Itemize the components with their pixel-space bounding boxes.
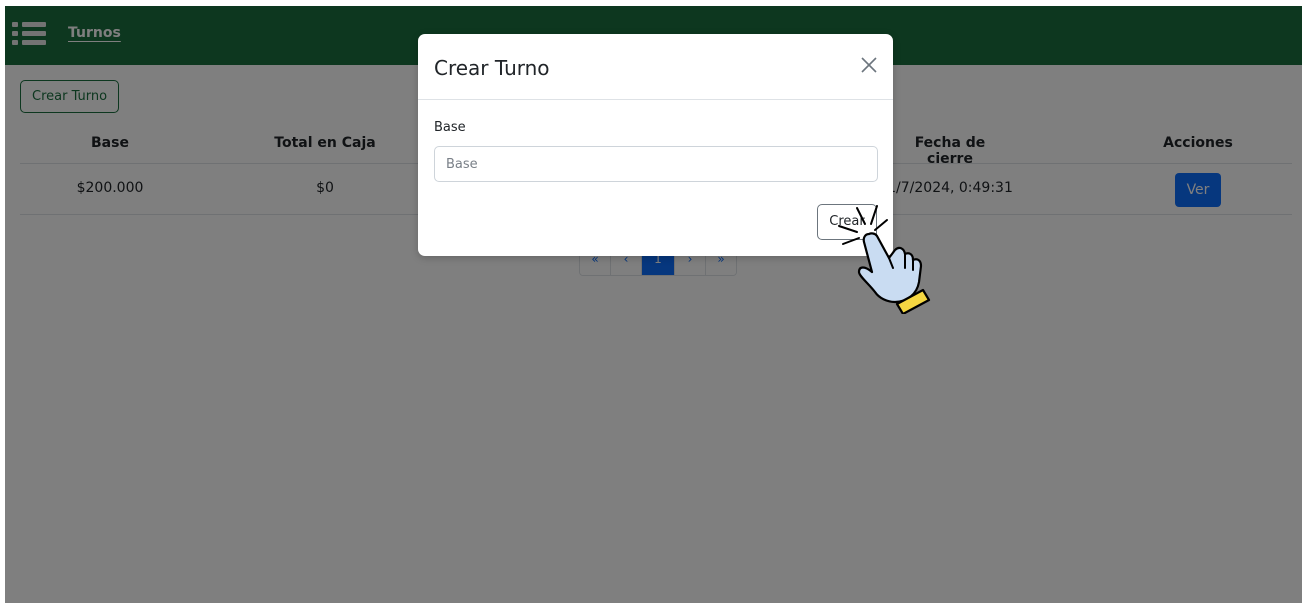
modal-header: Crear Turno bbox=[418, 34, 893, 100]
base-input[interactable] bbox=[434, 146, 878, 182]
modal-title: Crear Turno bbox=[434, 56, 550, 80]
crear-turno-modal: Crear Turno Base Crear bbox=[418, 34, 893, 256]
base-field-label: Base bbox=[434, 120, 466, 135]
app-frame: Turnos Crear Turno Base Total en Caja Fe… bbox=[5, 6, 1302, 603]
pointer-hand-click-icon bbox=[838, 205, 931, 314]
close-icon[interactable] bbox=[858, 54, 880, 76]
